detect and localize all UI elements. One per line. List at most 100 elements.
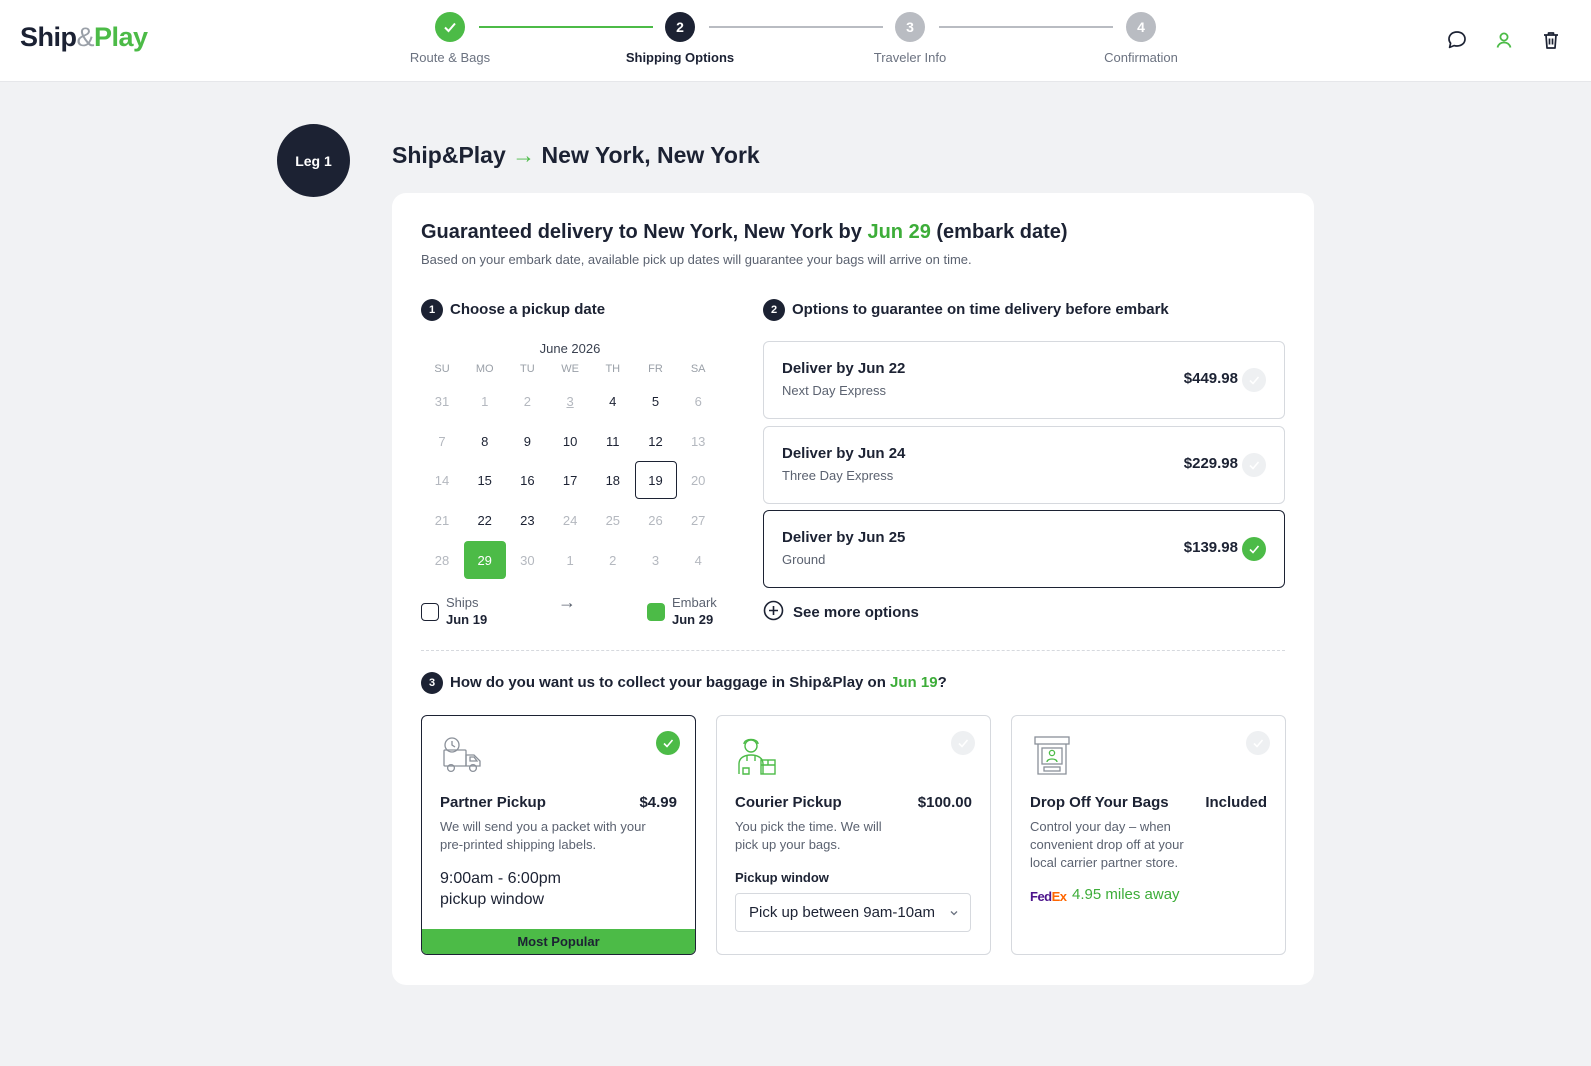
option-check-icon[interactable] — [1242, 453, 1266, 477]
calendar-day: 21 — [421, 501, 463, 539]
calendar-day-number: 4 — [694, 552, 702, 568]
calendar-day[interactable]: 11 — [592, 422, 634, 460]
option-service: Three Day Express — [782, 468, 894, 483]
calendar-day-number: 30 — [520, 552, 535, 568]
option-price: $139.98 — [1183, 539, 1238, 556]
step-2-circle[interactable]: 2 — [665, 12, 695, 42]
embark-legend-label: Embark — [672, 595, 717, 610]
calendar-day: 28 — [421, 541, 463, 579]
route-arrow-icon: → — [512, 142, 536, 168]
calendar-weekday: MO — [475, 363, 494, 375]
section-3-number: 3 — [421, 672, 443, 694]
route-destination: New York, New York — [541, 142, 760, 168]
calendar-day[interactable]: 9 — [506, 422, 548, 460]
calendar-day-number: 29 — [477, 552, 492, 568]
ships-legend-date: Jun 19 — [446, 612, 488, 627]
partner-pickup-check-icon[interactable] — [656, 731, 680, 755]
calendar-day[interactable]: 12 — [635, 422, 677, 460]
calendar-day[interactable]: 17 — [549, 461, 591, 499]
method-price: $4.99 — [639, 794, 677, 811]
courier-pickup-check-icon[interactable] — [951, 731, 975, 755]
step-connector-2 — [709, 26, 883, 28]
calendar-month: June 2026 — [539, 341, 601, 356]
option-price: $229.98 — [1183, 455, 1238, 472]
step-2-label[interactable]: Shipping Options — [600, 50, 760, 65]
calendar-day-number: 4 — [609, 393, 617, 409]
drop-off-check-icon[interactable] — [1246, 731, 1270, 755]
method-description: You pick the time. We will pick up your … — [735, 819, 882, 852]
user-icon[interactable] — [1492, 28, 1516, 52]
calendar-day[interactable]: 5 — [635, 382, 677, 420]
option-check-icon[interactable] — [1242, 368, 1266, 392]
step-4-label[interactable]: Confirmation — [1061, 50, 1221, 65]
calendar-day[interactable]: 18 — [592, 461, 634, 499]
calendar-day: 26 — [635, 501, 677, 539]
step-connector-3 — [939, 26, 1113, 28]
partner-pickup-card[interactable]: Partner Pickup $4.99 We will send you a … — [421, 715, 696, 955]
option-title: Deliver by Jun 25 — [782, 529, 906, 546]
pickup-window-hours: 9:00am - 6:00pm — [440, 870, 561, 887]
delivery-option-jun-22[interactable]: Deliver by Jun 22 Next Day Express $449.… — [763, 341, 1285, 419]
calendar-day-number: 24 — [562, 512, 578, 528]
courier-pickup-card[interactable]: Courier Pickup $100.00 You pick the time… — [716, 715, 991, 955]
delivery-option-jun-25[interactable]: Deliver by Jun 25 Ground $139.98 — [763, 510, 1285, 588]
step-1-label[interactable]: Route & Bags — [370, 50, 530, 65]
calendar-day[interactable]: 22 — [464, 501, 506, 539]
calendar-day-number: 9 — [523, 433, 531, 449]
leg-badge: Leg 1 — [277, 124, 350, 197]
calendar-day-number: 19 — [648, 472, 663, 488]
calendar-day: 27 — [677, 501, 719, 539]
shipping-options-card: Guaranteed delivery to New York, New Yor… — [392, 193, 1314, 985]
calendar-day-number: 2 — [523, 393, 531, 409]
option-title: Deliver by Jun 24 — [782, 445, 906, 462]
fedex-logo: FedEx — [1030, 889, 1067, 904]
calendar-day: 30 — [506, 541, 548, 579]
pickup-window-select[interactable]: Pick up between 9am-10am — [735, 893, 971, 932]
method-price: Included — [1205, 794, 1267, 811]
step-connector-1 — [479, 26, 653, 28]
options-section-title: 2 Options to guarantee on time delivery b… — [763, 299, 1169, 321]
store-icon — [1030, 734, 1074, 778]
step-3-label[interactable]: Traveler Info — [830, 50, 990, 65]
calendar-day-number: 7 — [438, 433, 446, 449]
calendar-day[interactable]: 15 — [464, 461, 506, 499]
section-2-number: 2 — [763, 299, 785, 321]
section-1-number: 1 — [421, 299, 443, 321]
calendar-day: 3 — [635, 541, 677, 579]
calendar-day-number: 25 — [605, 512, 621, 528]
step-4-circle[interactable]: 4 — [1126, 12, 1156, 42]
carrier-distance[interactable]: 4.95 miles away — [1072, 886, 1180, 903]
pickup-window-caption: pickup window — [440, 891, 545, 908]
option-service: Ground — [782, 552, 826, 567]
option-check-icon[interactable] — [1242, 537, 1266, 561]
calendar-day: 13 — [677, 422, 719, 460]
options-title-text: Options to guarantee on time delivery be… — [792, 300, 1169, 318]
calendar-day[interactable]: 8 — [464, 422, 506, 460]
ships-legend-swatch — [421, 603, 439, 621]
calendar-day[interactable]: 23 — [506, 501, 548, 539]
calendar-day[interactable]: 10 — [549, 422, 591, 460]
trash-icon[interactable] — [1539, 28, 1563, 52]
calendar-day[interactable]: 16 — [506, 461, 548, 499]
embark-legend: Embark Jun 29 — [672, 594, 717, 628]
step-3-circle[interactable]: 3 — [895, 12, 925, 42]
calendar-day: 24 — [549, 501, 591, 539]
route-title: Ship&Play → New York, New York — [392, 142, 760, 169]
truck-icon — [440, 734, 484, 778]
calendar-day-number: 1 — [481, 393, 489, 409]
calendar-day: 25 — [592, 501, 634, 539]
collection-title-prefix: How do you want us to collect your bagga… — [450, 673, 886, 691]
chevron-down-icon — [948, 906, 960, 923]
calendar-day-number: 28 — [434, 552, 450, 568]
calendar-day[interactable]: 4 — [592, 382, 634, 420]
calendar-day-number: 23 — [520, 512, 535, 528]
calendar-day-number: 1 — [566, 552, 574, 568]
calendar-weekday: SU — [434, 363, 450, 375]
drop-off-card[interactable]: Drop Off Your Bags Included Control your… — [1011, 715, 1286, 955]
delivery-option-jun-24[interactable]: Deliver by Jun 24 Three Day Express $229… — [763, 426, 1285, 504]
chat-icon[interactable] — [1445, 28, 1469, 52]
see-more-options-button[interactable]: See more options — [763, 600, 919, 625]
step-1-check-icon[interactable] — [435, 12, 465, 42]
calendar-day-selected[interactable]: 19 — [634, 461, 677, 499]
headline-date: Jun 29 — [867, 221, 931, 243]
